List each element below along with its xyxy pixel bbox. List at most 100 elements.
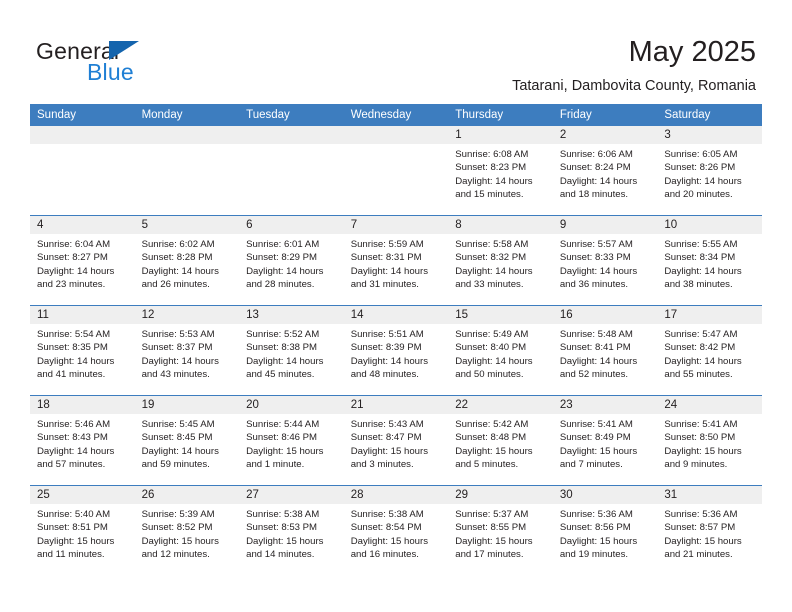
day-cell[interactable]: 4 Sunrise: 6:04 AM Sunset: 8:27 PM Daylight… xyxy=(30,216,135,305)
daylight-text-line1: Daylight: 15 hours xyxy=(246,445,324,457)
daylight-text-line2: and 5 minutes. xyxy=(455,458,519,470)
day-details: Sunrise: 5:36 AM Sunset: 8:56 PM Daylight:… xyxy=(553,504,658,561)
day-number: 8 xyxy=(448,216,553,234)
day-number: 13 xyxy=(239,306,344,324)
sunset-text: Sunset: 8:28 PM xyxy=(141,252,213,264)
day-number: 14 xyxy=(343,306,449,324)
day-details: Sunrise: 6:06 AM Sunset: 8:24 PM Daylight:… xyxy=(553,144,658,201)
day-cell[interactable]: 7 Sunrise: 5:59 AM Sunset: 8:31 PM Daylight… xyxy=(343,216,449,305)
day-number: 15 xyxy=(448,306,553,324)
sunset-text: Sunset: 8:26 PM xyxy=(664,162,736,174)
day-cell[interactable]: 24 Sunrise: 5:41 AM Sunset: 8:50 PM Dayligh… xyxy=(657,396,762,485)
day-cell[interactable]: 26 Sunrise: 5:39 AM Sunset: 8:52 PM Dayligh… xyxy=(134,486,240,575)
daylight-text-line2: and 43 minutes. xyxy=(141,368,210,380)
day-number: 11 xyxy=(30,306,135,324)
day-cell[interactable]: 16 Sunrise: 5:48 AM Sunset: 8:41 PM Dayligh… xyxy=(552,306,658,395)
sunset-text: Sunset: 8:53 PM xyxy=(246,522,318,534)
weekday-header-tuesday: Tuesday xyxy=(239,104,344,126)
day-details: Sunrise: 5:48 AM Sunset: 8:41 PM Daylight:… xyxy=(553,324,658,381)
sunrise-text: Sunrise: 6:05 AM xyxy=(664,149,738,160)
sunrise-text: Sunrise: 5:57 AM xyxy=(559,239,633,250)
sunset-text: Sunset: 8:52 PM xyxy=(141,522,213,534)
day-cell[interactable]: 27 Sunrise: 5:38 AM Sunset: 8:53 PM Dayligh… xyxy=(239,486,344,575)
day-cell[interactable]: 1 Sunrise: 6:08 AM Sunset: 8:23 PM Daylight… xyxy=(448,126,553,215)
day-number: 28 xyxy=(343,486,449,504)
sunrise-text: Sunrise: 5:41 AM xyxy=(559,419,633,430)
day-number: 25 xyxy=(30,486,135,504)
day-number xyxy=(30,126,135,144)
day-details: Sunrise: 6:05 AM Sunset: 8:26 PM Daylight:… xyxy=(657,144,762,201)
day-cell[interactable]: 20 Sunrise: 5:44 AM Sunset: 8:46 PM Dayligh… xyxy=(239,396,344,485)
sunrise-text: Sunrise: 5:55 AM xyxy=(664,239,738,250)
sunset-text: Sunset: 8:45 PM xyxy=(141,432,213,444)
daylight-text-line2: and 23 minutes. xyxy=(37,278,106,290)
sunset-text: Sunset: 8:34 PM xyxy=(664,252,736,264)
day-cell[interactable]: 11 Sunrise: 5:54 AM Sunset: 8:35 PM Dayligh… xyxy=(30,306,135,395)
day-number: 7 xyxy=(343,216,449,234)
day-cell[interactable]: 14 Sunrise: 5:51 AM Sunset: 8:39 PM Dayligh… xyxy=(343,306,449,395)
day-cell[interactable]: 23 Sunrise: 5:41 AM Sunset: 8:49 PM Dayligh… xyxy=(552,396,658,485)
daylight-text-line1: Daylight: 15 hours xyxy=(559,445,638,457)
day-details: Sunrise: 5:36 AM Sunset: 8:57 PM Daylight:… xyxy=(657,504,762,561)
day-cell[interactable]: 18 Sunrise: 5:46 AM Sunset: 8:43 PM Dayligh… xyxy=(30,396,135,485)
daylight-text-line2: and 38 minutes. xyxy=(664,278,733,290)
calendar-week-row: 1 Sunrise: 6:08 AM Sunset: 8:23 PM Daylight… xyxy=(30,126,762,216)
day-number: 27 xyxy=(239,486,344,504)
sunset-text: Sunset: 8:47 PM xyxy=(350,432,422,444)
weekday-header-sunday: Sunday xyxy=(30,104,135,126)
day-cell[interactable]: 8 Sunrise: 5:58 AM Sunset: 8:32 PM Daylight… xyxy=(448,216,553,305)
day-cell[interactable]: 5 Sunrise: 6:02 AM Sunset: 8:28 PM Daylight… xyxy=(134,216,240,305)
day-cell[interactable]: 31 Sunrise: 5:36 AM Sunset: 8:57 PM Dayligh… xyxy=(657,486,762,575)
sunrise-text: Sunrise: 5:49 AM xyxy=(455,329,529,340)
sunrise-text: Sunrise: 5:46 AM xyxy=(37,419,111,430)
day-cell[interactable]: 2 Sunrise: 6:06 AM Sunset: 8:24 PM Daylight… xyxy=(552,126,658,215)
logo-text-blue: Blue xyxy=(87,59,134,85)
day-cell[interactable]: 6 Sunrise: 6:01 AM Sunset: 8:29 PM Daylight… xyxy=(239,216,344,305)
daylight-text-line2: and 57 minutes. xyxy=(37,458,106,470)
sunrise-text: Sunrise: 5:36 AM xyxy=(664,509,738,520)
sunrise-text: Sunrise: 5:44 AM xyxy=(246,419,320,430)
day-cell[interactable]: 25 Sunrise: 5:40 AM Sunset: 8:51 PM Dayligh… xyxy=(30,486,135,575)
day-details: Sunrise: 5:38 AM Sunset: 8:53 PM Daylight:… xyxy=(239,504,344,561)
daylight-text-line1: Daylight: 14 hours xyxy=(455,355,533,367)
sunset-text: Sunset: 8:49 PM xyxy=(559,432,631,444)
daylight-text-line1: Daylight: 14 hours xyxy=(455,175,533,187)
day-cell[interactable]: 13 Sunrise: 5:52 AM Sunset: 8:38 PM Dayligh… xyxy=(239,306,344,395)
daylight-text-line2: and 12 minutes. xyxy=(141,548,210,560)
day-cell[interactable]: 21 Sunrise: 5:43 AM Sunset: 8:47 PM Dayligh… xyxy=(343,396,449,485)
daylight-text-line1: Daylight: 14 hours xyxy=(37,355,115,367)
sunset-text: Sunset: 8:38 PM xyxy=(246,342,318,354)
daylight-text-line2: and 11 minutes. xyxy=(37,548,105,560)
day-details: Sunrise: 5:52 AM Sunset: 8:38 PM Daylight:… xyxy=(239,324,344,381)
sunset-text: Sunset: 8:40 PM xyxy=(455,342,527,354)
daylight-text-line1: Daylight: 14 hours xyxy=(141,445,219,457)
day-number xyxy=(134,126,240,144)
day-cell[interactable]: 17 Sunrise: 5:47 AM Sunset: 8:42 PM Dayligh… xyxy=(657,306,762,395)
day-cell-empty xyxy=(239,126,344,215)
daylight-text-line2: and 7 minutes. xyxy=(559,458,623,470)
day-cell[interactable]: 19 Sunrise: 5:45 AM Sunset: 8:45 PM Dayligh… xyxy=(134,396,240,485)
day-details: Sunrise: 5:41 AM Sunset: 8:49 PM Daylight:… xyxy=(553,414,658,471)
page-subtitle: Tatarani, Dambovita County, Romania xyxy=(512,78,756,94)
daylight-text-line1: Daylight: 14 hours xyxy=(141,355,219,367)
day-cell[interactable]: 30 Sunrise: 5:36 AM Sunset: 8:56 PM Dayligh… xyxy=(552,486,658,575)
day-number: 18 xyxy=(30,396,135,414)
day-cell[interactable]: 12 Sunrise: 5:53 AM Sunset: 8:37 PM Dayligh… xyxy=(134,306,240,395)
daylight-text-line1: Daylight: 15 hours xyxy=(350,445,429,457)
day-details: Sunrise: 5:39 AM Sunset: 8:52 PM Daylight:… xyxy=(135,504,240,561)
sunset-text: Sunset: 8:41 PM xyxy=(559,342,631,354)
sunrise-text: Sunrise: 5:48 AM xyxy=(559,329,633,340)
day-number: 9 xyxy=(552,216,658,234)
day-cell[interactable]: 15 Sunrise: 5:49 AM Sunset: 8:40 PM Dayligh… xyxy=(448,306,553,395)
day-cell[interactable]: 22 Sunrise: 5:42 AM Sunset: 8:48 PM Dayligh… xyxy=(448,396,553,485)
day-cell[interactable]: 28 Sunrise: 5:38 AM Sunset: 8:54 PM Dayligh… xyxy=(343,486,449,575)
day-cell[interactable]: 10 Sunrise: 5:55 AM Sunset: 8:34 PM Dayligh… xyxy=(657,216,762,305)
day-number: 19 xyxy=(134,396,240,414)
sunrise-text: Sunrise: 5:37 AM xyxy=(455,509,529,520)
day-cell[interactable]: 3 Sunrise: 6:05 AM Sunset: 8:26 PM Daylight… xyxy=(657,126,762,215)
sunset-text: Sunset: 8:51 PM xyxy=(37,522,108,534)
day-cell[interactable]: 9 Sunrise: 5:57 AM Sunset: 8:33 PM Daylight… xyxy=(552,216,658,305)
day-cell[interactable]: 29 Sunrise: 5:37 AM Sunset: 8:55 PM Dayligh… xyxy=(448,486,553,575)
sunset-text: Sunset: 8:29 PM xyxy=(246,252,318,264)
sunset-text: Sunset: 8:23 PM xyxy=(455,162,527,174)
